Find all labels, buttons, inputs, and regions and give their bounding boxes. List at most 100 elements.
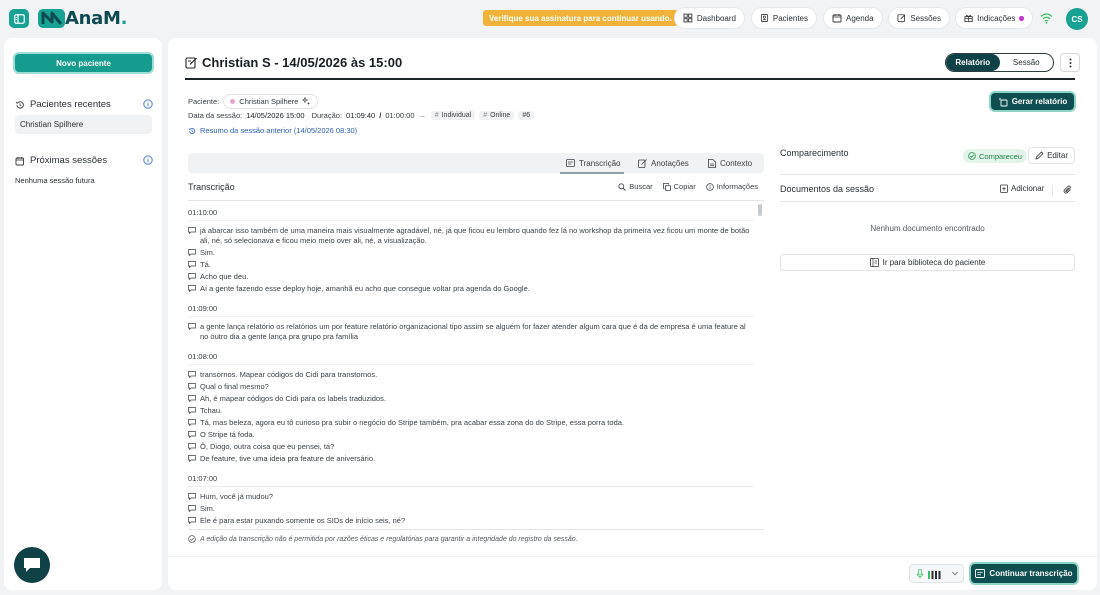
search-button[interactable]: Buscar: [618, 182, 653, 191]
transcript-line-text: Acho que deu.: [200, 272, 249, 281]
nav-sessoes[interactable]: Sessões: [889, 8, 949, 28]
add-document-button[interactable]: Adicionar: [1000, 184, 1044, 193]
more-options-icon[interactable]: [1060, 53, 1080, 72]
history-icon: [188, 127, 196, 134]
timestamp-divider: [188, 364, 754, 365]
speech-bubble-icon: [188, 418, 200, 428]
tab-sessao[interactable]: Sessão: [1000, 54, 1054, 71]
recent-patients-header: Pacientes recentes: [15, 99, 155, 110]
timestamp-divider: [188, 220, 754, 221]
sidebar-toggle-icon[interactable]: [9, 9, 29, 28]
patient-label: Paciente:: [188, 97, 220, 106]
nav-agenda[interactable]: Agenda: [824, 8, 882, 28]
tab-transcricao[interactable]: Transcrição: [566, 153, 621, 173]
transcript-line: O Stripe tá foda.: [188, 430, 754, 440]
recent-patient-item[interactable]: Christian Spilhere: [15, 115, 152, 134]
transcript-line-text: a gente lança relatório os relatórios um…: [200, 322, 746, 341]
notes-icon: [638, 158, 647, 168]
documents-title: Documentos da sessão: [780, 184, 875, 194]
speech-bubble-icon: [188, 454, 200, 464]
attendance-status-badge: Compareceu: [963, 149, 1027, 163]
transcript-line: Ô, Diogo, outra coisa que eu pensei, tá?: [188, 442, 754, 452]
timestamp-divider: [188, 486, 754, 487]
transcript-scrollbar[interactable]: [758, 204, 762, 216]
nav-indicacoes[interactable]: Indicações: [956, 8, 1032, 28]
session-title-row: Christian S - 14/05/2026 às 15:00: [185, 55, 402, 70]
info-icon[interactable]: [143, 155, 153, 165]
transcript-line: já abarcar isso também de uma maneira ma…: [188, 226, 754, 246]
transcript-line: Sim.: [188, 504, 754, 514]
transcript-footer-divider: [188, 529, 764, 530]
subscription-warning-badge[interactable]: Verifique sua assinatura para continuar …: [483, 10, 678, 26]
chat-support-button[interactable]: [14, 547, 50, 583]
nav-agenda-label: Agenda: [846, 13, 874, 23]
right-divider: [780, 174, 1075, 175]
left-sidebar: Novo paciente Pacientes recentes Christi…: [4, 38, 162, 590]
context-icon: [708, 158, 716, 168]
copy-icon: [662, 182, 671, 191]
transcript-line-text: já abarcar isso também de uma maneira ma…: [200, 226, 750, 245]
new-patient-button[interactable]: Novo paciente: [15, 54, 152, 72]
speech-bubble-icon: [188, 248, 200, 258]
speech-bubble-icon: [188, 284, 200, 294]
continue-transcription-button[interactable]: Continuar transcrição: [971, 564, 1077, 583]
nav-pacientes[interactable]: Pacientes: [752, 8, 816, 28]
tab-relatorio[interactable]: Relatório: [946, 54, 1000, 71]
speech-bubble-icon: [188, 272, 200, 282]
generate-report-button[interactable]: Gerar relatório: [991, 93, 1074, 110]
transcript-line-text: Hum, você já mudou?: [200, 492, 273, 501]
search-icon: [618, 182, 627, 191]
patient-library-button[interactable]: Ir para biblioteca do paciente: [780, 254, 1075, 271]
transcript-line-text: Qual o final mesmo?: [200, 382, 269, 391]
upcoming-sessions-header: Próximas sessões: [15, 155, 155, 166]
user-avatar[interactable]: CS: [1066, 8, 1088, 30]
speech-bubble-icon: [188, 260, 200, 270]
transcript-line-text: Tchau.: [200, 406, 223, 415]
calendar-icon: [832, 14, 842, 23]
patient-row: Paciente: Christian Spilhere: [188, 94, 319, 109]
session-info-row: Data da sessão: 14/05/2026 15:00 Duração…: [188, 111, 535, 120]
pencil-icon: [1035, 151, 1044, 160]
copy-button[interactable]: Copiar: [662, 182, 696, 191]
patient-color-dot: [230, 99, 236, 104]
library-icon: [869, 258, 879, 267]
transcript-line-text: transornos. Mapear códigos do Cidi para …: [200, 370, 378, 379]
duration-separator: /: [379, 111, 382, 120]
transcript-header: Transcrição Buscar Copiar Informações: [188, 182, 764, 197]
notification-dot: [1019, 15, 1024, 21]
nav-indicacoes-label: Indicações: [977, 13, 1016, 23]
add-file-icon: [1000, 184, 1008, 193]
duration-value: 01:09:40: [346, 111, 376, 120]
transcript-line: De feature, tive uma ideia pra feature d…: [188, 454, 754, 464]
app-logo[interactable]: AnaM.: [37, 7, 127, 29]
previous-summary-link[interactable]: Resumo da sessão anterior (14/05/2026 08…: [188, 126, 357, 135]
tab-contexto[interactable]: Contexto: [708, 153, 752, 173]
transcript-line-text: Ô, Diogo, outra coisa que eu pensei, tá?: [200, 442, 335, 451]
generate-report-label: Gerar relatório: [1011, 97, 1068, 106]
session-edit-icon: [897, 14, 906, 23]
transcript-list[interactable]: 01:10:00 já abarcar isso também de uma ma…: [188, 204, 764, 526]
patient-chip[interactable]: Christian Spilhere: [223, 94, 319, 109]
session-edit-icon: [185, 57, 197, 69]
info-icon: [705, 182, 714, 191]
nav-dashboard[interactable]: Dashboard: [675, 8, 744, 28]
transcript-line: Acho que deu.: [188, 272, 754, 282]
transcript-line: Sim.: [188, 248, 754, 258]
transcript-line-text: Aí a gente fazendo esse deploy hoje, ama…: [200, 284, 530, 293]
previous-summary-label: Resumo da sessão anterior (14/05/2026 08…: [200, 126, 358, 135]
duration-label: Duração:: [311, 111, 343, 120]
history-icon: [15, 100, 24, 109]
view-toggle: Relatório Sessão: [945, 53, 1054, 72]
tab-anotacoes[interactable]: Anotações: [638, 153, 689, 173]
speech-bubble-icon: [188, 370, 200, 380]
edit-attendance-button[interactable]: Editar: [1028, 147, 1075, 164]
paperclip-icon[interactable]: [1063, 185, 1073, 195]
speech-bubble-icon: [188, 430, 200, 440]
speech-bubble-icon: [188, 504, 200, 514]
microphone-selector[interactable]: [909, 564, 964, 583]
info-icon[interactable]: [143, 99, 153, 109]
info-button[interactable]: Informações: [705, 182, 758, 191]
speech-bubble-icon: [188, 492, 200, 502]
session-panel: Christian S - 14/05/2026 às 15:00 Relató…: [168, 38, 1097, 590]
audio-level-icon: [927, 570, 940, 579]
